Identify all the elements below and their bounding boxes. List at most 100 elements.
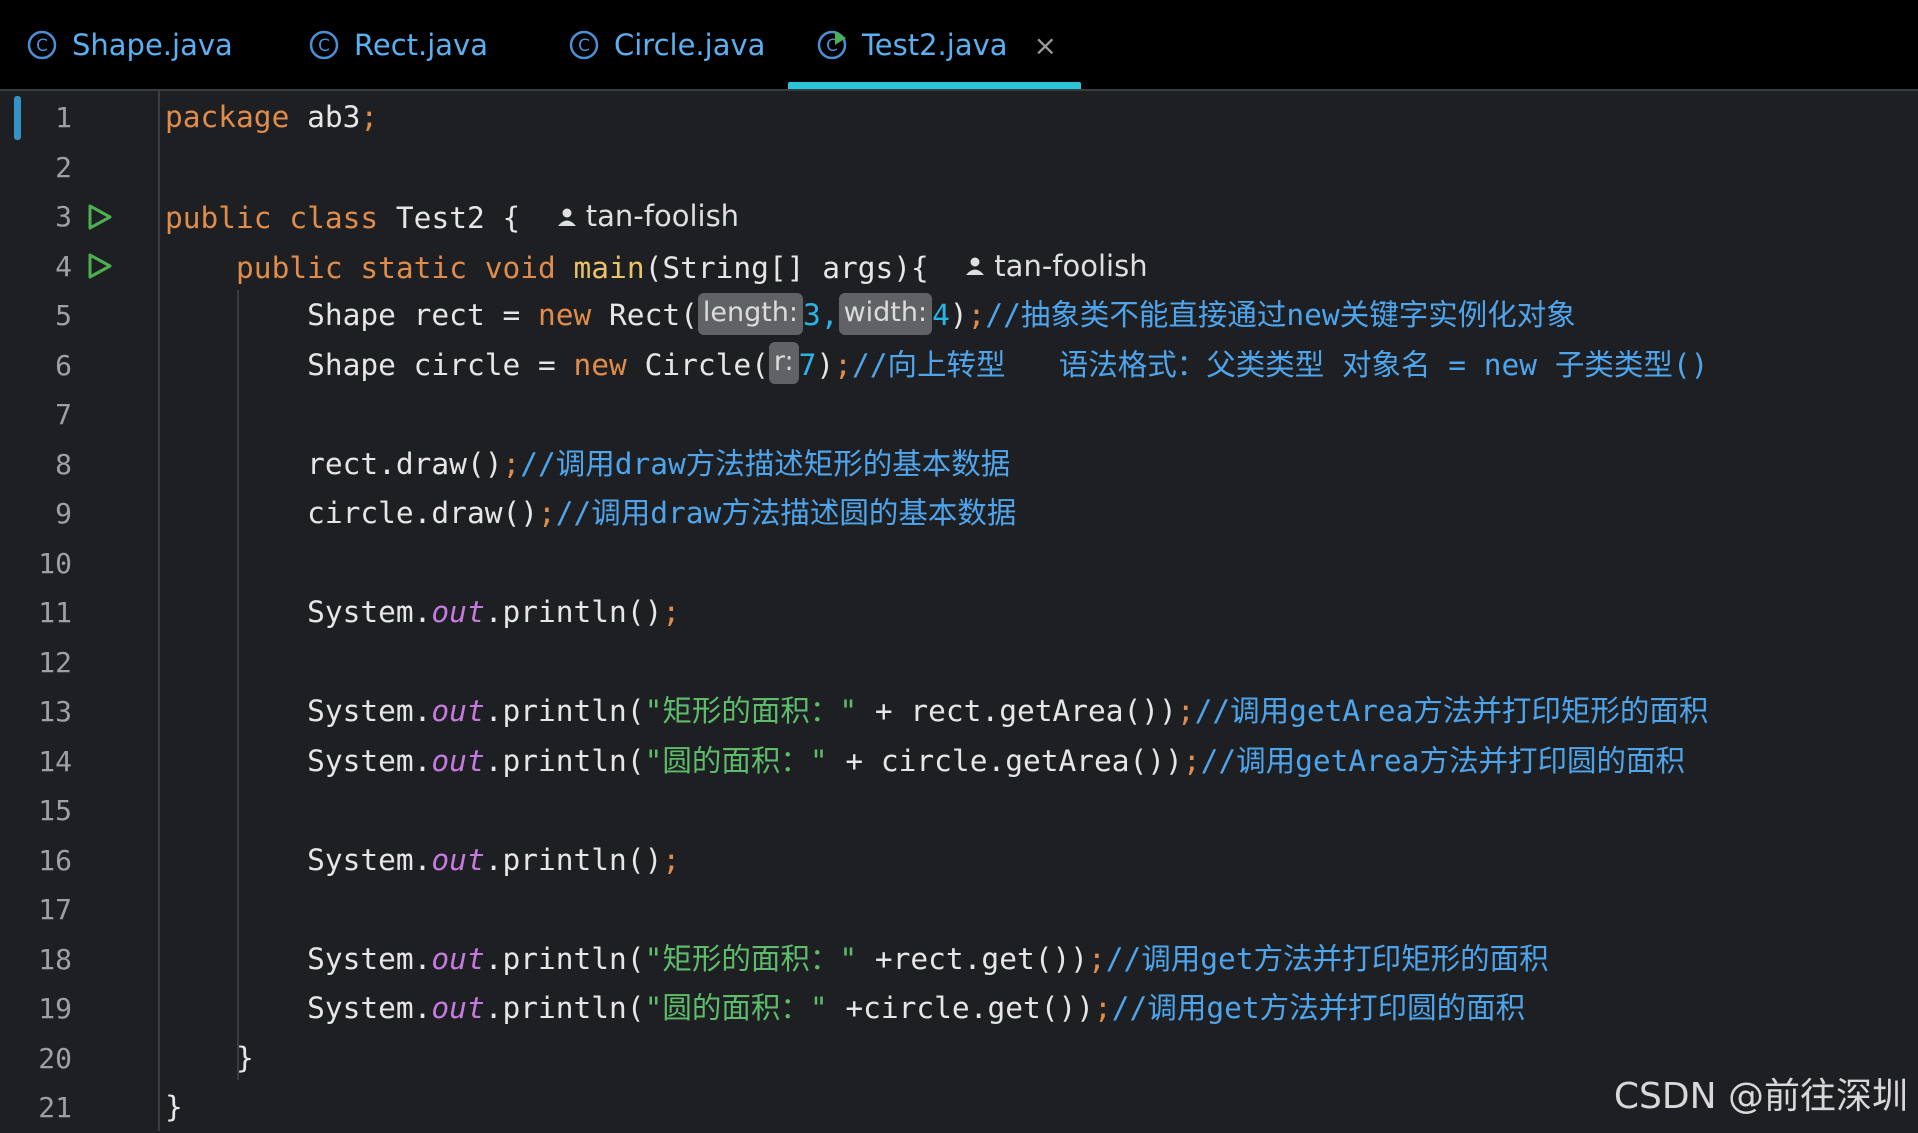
semicolon: ; [360, 100, 379, 134]
code-text: +rect.get()) [857, 941, 1088, 976]
author-name: tan-foolish [585, 199, 740, 233]
number-literal: 3 [803, 298, 821, 332]
comma: , [820, 298, 839, 332]
semicolon: ; [1182, 743, 1201, 778]
method-name: main [573, 250, 645, 285]
tab-rect-java[interactable]: C Rect.java [308, 0, 488, 90]
code-text: System. [307, 991, 432, 1025]
line-number: 19 [38, 992, 72, 1025]
code-line-8[interactable]: rect.draw();//调用draw方法描述矩形的基本数据 [165, 440, 1010, 490]
static-field: out [431, 842, 485, 877]
class-icon: C [27, 30, 57, 60]
tab-label: Circle.java [614, 28, 766, 62]
line-number: 4 [55, 249, 72, 283]
static-field: out [431, 595, 485, 629]
code-line-9[interactable]: circle.draw();//调用draw方法描述圆的基本数据 [165, 489, 1016, 539]
semicolon: ; [537, 496, 556, 530]
person-icon [966, 257, 985, 276]
static-field: out [431, 694, 485, 728]
tab-test2-java[interactable]: C Test2.java × [788, 0, 1082, 90]
semicolon: ; [1176, 694, 1195, 728]
keyword: package [165, 100, 290, 134]
tab-circle-java[interactable]: C Circle.java [568, 0, 765, 90]
semicolon: ; [502, 446, 521, 481]
run-main-icon[interactable] [84, 251, 114, 281]
static-field: out [431, 991, 485, 1025]
code-text: Shape rect = [307, 298, 538, 332]
comment: //抽象类不能直接通过new关键字实例化对象 [985, 298, 1576, 332]
svg-text:C: C [318, 36, 330, 56]
code-line-4[interactable]: public static void main(String[] args){ … [165, 242, 1148, 292]
comment: //调用getArea方法并打印圆的面积 [1200, 743, 1685, 778]
gutter-separator [158, 91, 160, 1131]
line-number: 11 [38, 596, 72, 629]
code-line-13[interactable]: System.out.println("矩形的面积：" + rect.getAr… [165, 687, 1708, 737]
close-icon[interactable]: × [1034, 29, 1057, 62]
code-line-11[interactable]: System.out.println(); [165, 588, 680, 638]
string-literal: "矩形的面积：" [644, 694, 858, 728]
code-line-18[interactable]: System.out.println("矩形的面积：" +rect.get())… [165, 935, 1549, 985]
code-text: System. [307, 743, 432, 778]
code-text: rect.draw() [307, 446, 503, 481]
keyword: void [484, 250, 556, 285]
string-literal: "圆的面积：" [644, 743, 828, 778]
semicolon: ; [1094, 991, 1112, 1025]
code-text: System. [307, 941, 432, 976]
parameter-hint: width: [838, 292, 933, 335]
code-text: } [165, 1090, 183, 1124]
code-line-1[interactable]: package ab3; [165, 93, 378, 143]
code-text: ab3 [289, 100, 361, 134]
code-text: circle.draw() [307, 496, 538, 530]
line-number: 2 [55, 150, 72, 184]
semicolon: ; [967, 298, 986, 332]
code-text: (String[] args){ [644, 250, 929, 285]
comment: //调用getArea方法并打印矩形的面积 [1194, 694, 1709, 728]
line-number: 8 [55, 447, 72, 481]
code-text: .println( [484, 694, 645, 728]
line-number: 17 [38, 893, 72, 926]
code-line-5[interactable]: Shape rect = new Rect(length: 3, width: 4);… [165, 291, 1576, 341]
code-text: System. [307, 595, 432, 629]
run-class-icon[interactable] [84, 202, 114, 232]
code-line-19[interactable]: System.out.println("圆的面积：" +circle.get()… [165, 984, 1525, 1034]
tab-label: Rect.java [354, 28, 488, 62]
code-text: + rect.getArea()) [857, 694, 1177, 728]
line-number: 20 [38, 1041, 72, 1075]
keyword: new [573, 347, 627, 382]
keyword: class [289, 200, 379, 235]
keyword: static [360, 250, 467, 285]
author-hint[interactable]: tan-foolish [556, 192, 739, 242]
code-text: .println( [484, 743, 645, 778]
code-line-21[interactable]: } [165, 1083, 183, 1133]
static-field: out [431, 941, 485, 976]
code-text: Circle( [626, 347, 769, 382]
line-number: 9 [55, 497, 72, 530]
parameter-hint: r: [768, 342, 799, 384]
code-text: Shape circle = [307, 347, 574, 382]
tab-label: Test2.java [862, 28, 1008, 62]
line-number: 10 [38, 546, 72, 580]
code-line-16[interactable]: System.out.println(); [165, 836, 680, 886]
line-number: 5 [55, 299, 72, 332]
line-number: 14 [38, 744, 72, 778]
code-line-6[interactable]: Shape circle = new Circle(r: 7);//向上转型 语法… [165, 341, 1708, 391]
comment: //调用get方法并打印矩形的面积 [1105, 941, 1549, 976]
tab-bar-divider [0, 89, 1918, 91]
class-icon: C [309, 30, 339, 60]
tab-shape-java[interactable]: C Shape.java [26, 0, 233, 90]
code-line-20[interactable]: } [165, 1034, 254, 1084]
editor-tab-bar: C Shape.java C Rect.java C Circle.java C… [0, 0, 1918, 91]
line-number: 7 [55, 398, 72, 431]
code-text: .println( [484, 991, 645, 1025]
string-literal: "圆的面积：" [644, 991, 828, 1025]
code-text: ) [816, 347, 835, 382]
keyword: public [165, 200, 272, 235]
code-text: +circle.get()) [827, 991, 1095, 1025]
line-number: 18 [38, 942, 72, 976]
code-line-14[interactable]: System.out.println("圆的面积：" + circle.getA… [165, 737, 1685, 787]
code-text: + circle.getArea()) [827, 743, 1183, 778]
code-line-3[interactable]: public class Test2 { tan-foolish [165, 192, 739, 242]
class-icon: C [569, 30, 599, 60]
comment: //向上转型 语法格式：父类类型 对象名 = new 子类类型() [851, 347, 1709, 382]
author-hint[interactable]: tan-foolish [964, 242, 1148, 292]
